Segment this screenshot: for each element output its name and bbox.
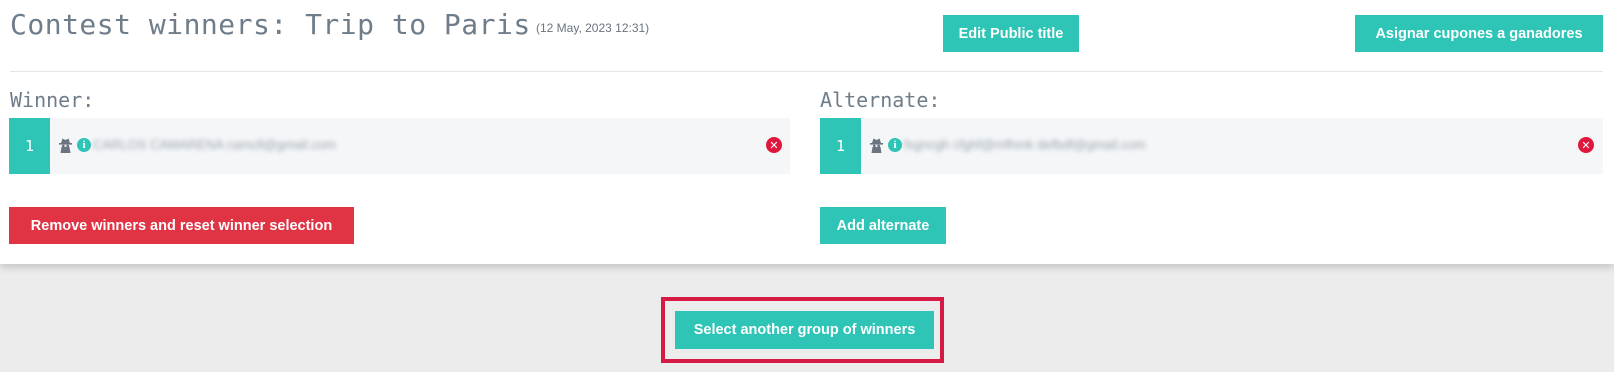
select-another-group-button[interactable]: Select another group of winners [675, 311, 934, 349]
info-icon[interactable]: i [77, 138, 91, 152]
alternate-entry-email: fsgncgh cfghf@mfhmk defbdf@gmail.com [904, 137, 1146, 152]
title-date: (12 May, 2023 12:31) [536, 21, 650, 35]
winner-label: Winner: [10, 88, 95, 112]
page-title: Contest winners: Trip to Paris [10, 8, 531, 41]
assign-coupons-button[interactable]: Asignar cupones a ganadores [1355, 15, 1603, 52]
alternate-entry-number: 1 [820, 118, 861, 174]
contest-winners-card: Contest winners: Trip to Paris (12 May, … [0, 0, 1614, 264]
edit-public-title-button[interactable]: Edit Public title [943, 15, 1079, 52]
remove-winner-icon[interactable]: ✕ [766, 137, 782, 153]
remove-winners-button[interactable]: Remove winners and reset winner selectio… [9, 207, 354, 244]
add-alternate-button[interactable]: Add alternate [820, 207, 946, 244]
spy-icon [870, 138, 883, 153]
alternate-entry: 1 i fsgncgh cfghf@mfhmk defbdf@gmail.com… [820, 118, 1603, 174]
winner-entry-email: CARLOS CAMARENA camcll@gmail.com [93, 137, 336, 152]
spy-icon [59, 138, 72, 153]
divider [10, 71, 1603, 72]
info-icon[interactable]: i [888, 138, 902, 152]
alternate-label: Alternate: [820, 88, 941, 112]
winner-entry: 1 i CARLOS CAMARENA camcll@gmail.com ✕ [9, 118, 790, 174]
winner-entry-number: 1 [9, 118, 50, 174]
remove-alternate-icon[interactable]: ✕ [1578, 137, 1594, 153]
